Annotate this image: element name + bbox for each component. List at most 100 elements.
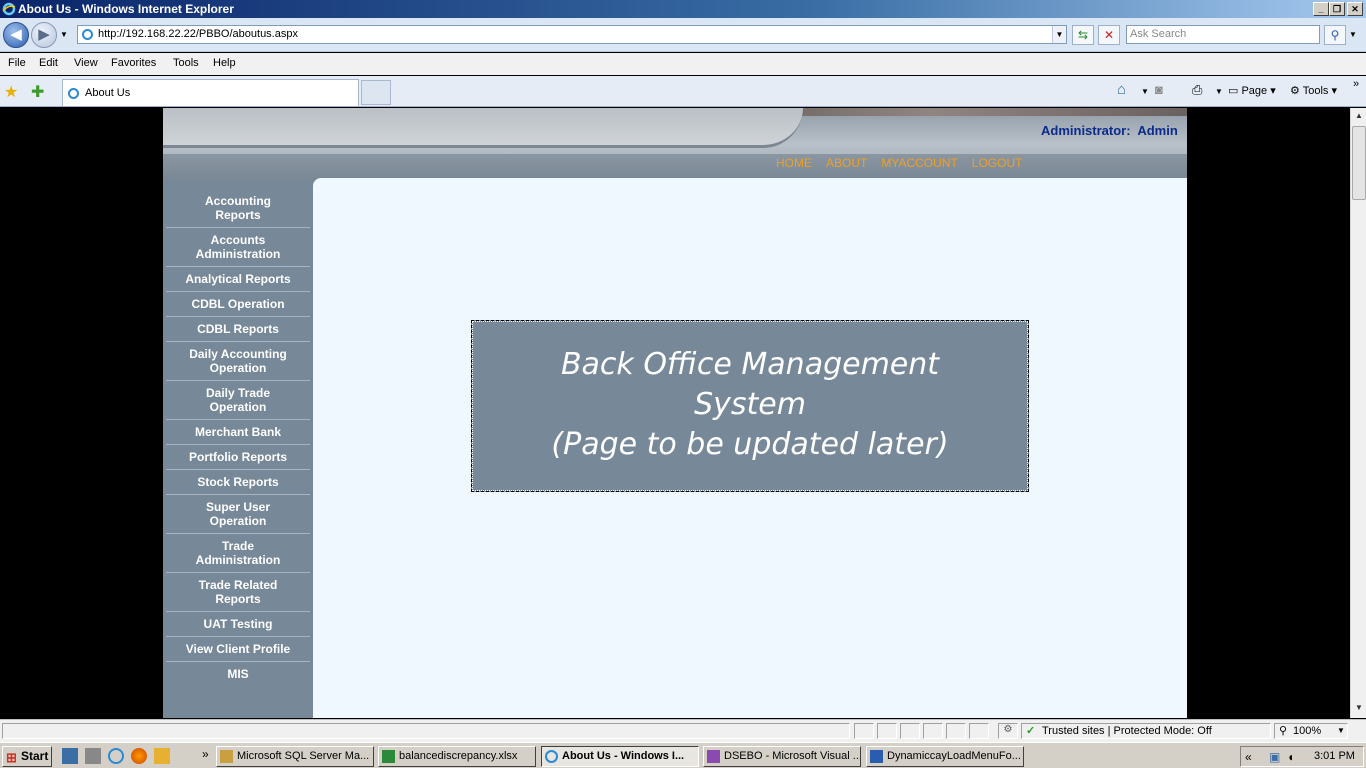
task-visual-studio[interactable]: DSEBO - Microsoft Visual ... <box>703 746 861 767</box>
sidebar-item-analytical-reports[interactable]: Analytical Reports <box>166 272 310 292</box>
close-window-button[interactable]: ✕ <box>1347 2 1363 16</box>
stop-button[interactable]: ✕ <box>1098 25 1120 45</box>
zoom-dropdown-icon: ▼ <box>1337 726 1345 735</box>
menu-file[interactable]: File <box>8 57 26 69</box>
page-menu-button[interactable]: ▭ Page ▾ <box>1228 84 1276 97</box>
menu-view[interactable]: View <box>74 57 98 69</box>
nav-about[interactable]: ABOUT <box>826 156 867 170</box>
admin-info: Administrator: Admin <box>1041 123 1178 138</box>
new-tab-button[interactable] <box>361 80 391 105</box>
sidebar-item-cdbl-reports[interactable]: CDBL Reports <box>166 322 310 342</box>
scroll-down-icon[interactable]: ▼ <box>1352 700 1366 716</box>
nav-logout[interactable]: LOGOUT <box>972 156 1023 170</box>
task-label: DynamiccayLoadMenuFo... <box>887 750 1021 762</box>
restore-button[interactable]: ❐ <box>1329 2 1345 16</box>
home-dropdown-icon[interactable]: ▼ <box>1141 87 1149 96</box>
history-dropdown-icon[interactable]: ▼ <box>60 30 68 39</box>
clock[interactable]: 3:01 PM <box>1314 750 1355 762</box>
sidebar-item-mis[interactable]: MIS <box>166 667 310 687</box>
home-icon[interactable]: ⌂ <box>1117 81 1126 98</box>
sidebar-item-label: Merchant Bank <box>194 425 282 439</box>
sidebar-item-label: CDBL Reports <box>197 322 279 336</box>
network-icon[interactable]: ▣ <box>1269 750 1280 764</box>
search-input[interactable]: Ask Search <box>1126 25 1320 44</box>
menu-help[interactable]: Help <box>213 57 236 69</box>
zoom-level: 100% <box>1293 725 1322 737</box>
task-sql-server[interactable]: Microsoft SQL Server Ma... <box>216 746 374 767</box>
sidebar-item-super-user-operation[interactable]: Super User Operation <box>166 500 310 534</box>
sidebar-item-label: Accounts Administration <box>195 233 281 261</box>
tab-about-us[interactable]: About Us <box>62 79 359 106</box>
toolbar-overflow-icon[interactable]: » <box>1353 78 1359 90</box>
quicklaunch-app-icon[interactable] <box>85 748 101 764</box>
sidebar-item-accounting-reports[interactable]: Accounting Reports <box>166 194 310 228</box>
address-url: http://192.168.22.22/PBBO/aboutus.aspx <box>98 28 298 40</box>
sidebar-item-uat-testing[interactable]: UAT Testing <box>166 617 310 637</box>
task-label: balancediscrepancy.xlsx <box>399 750 518 762</box>
sidebar-item-daily-trade-operation[interactable]: Daily Trade Operation <box>166 386 310 420</box>
task-excel[interactable]: balancediscrepancy.xlsx <box>378 746 536 767</box>
menu-edit[interactable]: Edit <box>39 57 58 69</box>
search-icon[interactable]: ⚲ <box>1324 25 1346 45</box>
forward-button[interactable]: ▶ <box>31 22 57 48</box>
scroll-thumb[interactable] <box>1352 126 1366 200</box>
address-dropdown-icon[interactable]: ▼ <box>1052 26 1066 43</box>
nav-home[interactable]: HOME <box>776 156 812 170</box>
sidebar-item-label: Accounting Reports <box>205 194 271 222</box>
firefox-quicklaunch-icon[interactable] <box>131 748 147 764</box>
back-button[interactable]: ◀ <box>3 22 29 48</box>
quicklaunch-app-icon[interactable] <box>154 748 170 764</box>
menu-tools[interactable]: Tools <box>173 57 199 69</box>
sidebar-item-label: UAT Testing <box>203 617 273 631</box>
sidebar-item-portfolio-reports[interactable]: Portfolio Reports <box>166 450 310 470</box>
volume-icon[interactable]: ◖ <box>1287 750 1294 764</box>
zone-status-text: Trusted sites | Protected Mode: Off <box>1042 725 1212 737</box>
vertical-scrollbar[interactable]: ▲ ▼ <box>1350 108 1366 718</box>
excel-icon <box>382 750 395 763</box>
task-ie-about-us[interactable]: About Us - Windows I... <box>541 746 699 767</box>
sidebar-item-view-client-profile[interactable]: View Client Profile <box>166 642 310 662</box>
zoom-icon: ⚲ <box>1279 725 1288 737</box>
address-input[interactable]: http://192.168.22.22/PBBO/aboutus.aspx ▼ <box>77 25 1067 44</box>
task-word[interactable]: DynamiccayLoadMenuFo... <box>866 746 1024 767</box>
sql-server-icon <box>220 750 233 763</box>
sidebar-item-merchant-bank[interactable]: Merchant Bank <box>166 425 310 445</box>
sidebar-item-label: CDBL Operation <box>191 297 285 311</box>
sidebar-item-label: Daily Trade Operation <box>205 386 271 414</box>
banner-curve <box>163 108 803 148</box>
favorites-star-icon[interactable]: ★ <box>4 82 18 102</box>
ie-quicklaunch-icon[interactable] <box>108 748 124 764</box>
print-icon[interactable]: ⎙ <box>1192 82 1202 98</box>
show-desktop-icon[interactable] <box>62 748 78 764</box>
sidebar-item-accounts-administration[interactable]: Accounts Administration <box>166 233 310 267</box>
message-panel: Back Office Management System (Page to b… <box>471 320 1029 492</box>
sidebar-item-label: Super User Operation <box>205 500 271 528</box>
message-line-2: System <box>694 387 806 422</box>
nav-myaccount[interactable]: MYACCOUNT <box>881 156 957 170</box>
sidebar-item-trade-administration[interactable]: Trade Administration <box>166 539 310 573</box>
tools-menu-button[interactable]: ⚙ Tools ▾ <box>1290 84 1337 97</box>
tray-expand-icon[interactable]: « <box>1245 750 1252 764</box>
start-button[interactable]: ⊞ Start <box>2 746 52 767</box>
menu-favorites[interactable]: Favorites <box>111 57 156 69</box>
refresh-button[interactable]: ⇆ <box>1072 25 1094 45</box>
scroll-up-icon[interactable]: ▲ <box>1352 108 1366 124</box>
sidebar-item-trade-related-reports[interactable]: Trade Related Reports <box>166 578 310 612</box>
feeds-icon[interactable]: ◙ <box>1155 82 1163 97</box>
tools-menu-label: Tools <box>1302 85 1329 97</box>
sidebar-item-daily-accounting-operation[interactable]: Daily Accounting Operation <box>166 347 310 381</box>
security-status-icon[interactable]: ⚙ <box>998 723 1018 739</box>
status-cell <box>900 723 920 739</box>
page-menu-label: Page <box>1241 85 1268 97</box>
zoom-control[interactable]: ⚲ 100% ▼ <box>1274 723 1348 739</box>
status-cell <box>877 723 897 739</box>
search-options-icon[interactable]: ▼ <box>1349 30 1357 39</box>
add-favorite-icon[interactable]: ✚ <box>31 82 44 102</box>
minimize-button[interactable]: _ <box>1313 2 1329 16</box>
quicklaunch-overflow-icon[interactable]: » <box>202 747 209 761</box>
sidebar-item-cdbl-operation[interactable]: CDBL Operation <box>166 297 310 317</box>
zone-status[interactable]: ✓ Trusted sites | Protected Mode: Off <box>1021 723 1271 739</box>
sidebar-item-label: Portfolio Reports <box>189 450 287 464</box>
sidebar-item-stock-reports[interactable]: Stock Reports <box>166 475 310 495</box>
print-dropdown-icon[interactable]: ▼ <box>1215 87 1223 96</box>
